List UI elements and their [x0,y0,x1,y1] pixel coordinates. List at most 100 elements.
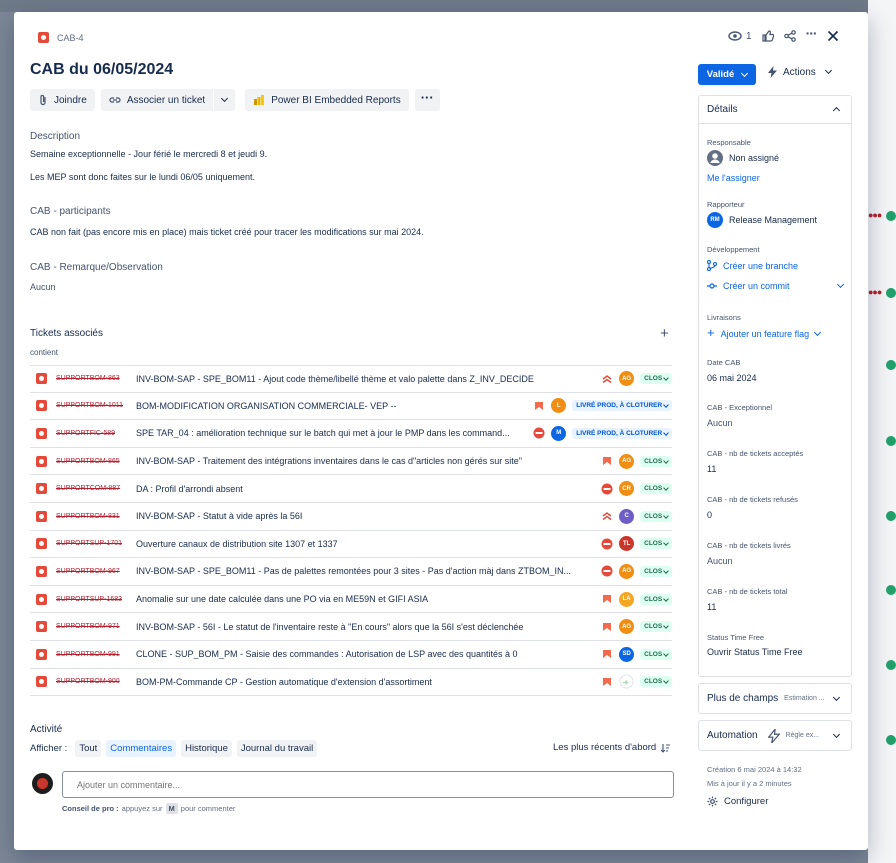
reporter-value[interactable]: RM Release Management [707,212,817,228]
linked-issue-row[interactable]: SUPPORTSUP-1701 Ouverture canaux de distr… [30,531,672,559]
linked-issue-key[interactable]: SUPPORTBOM-1011 [56,402,126,409]
automation-section[interactable]: Automation Règle ex... [698,720,852,751]
linked-issue-row[interactable]: SUPPORTBOM-967 INV-BOM-SAP - SPE_BOM11 - … [30,558,672,586]
filter-comments[interactable]: Commentaires [106,740,177,757]
issue-title[interactable]: CAB du 06/05/2024 [30,61,173,79]
actions-button[interactable]: Actions [768,66,832,78]
status-lozenge[interactable]: LIVRÉ PROD, À CLOTURER [572,427,672,439]
comment-input[interactable] [62,771,674,798]
linked-issue-key[interactable]: SUPPORTBOM-900 [56,678,126,685]
linked-issue-row[interactable]: SUPPORTBOM-865 INV-BOM-SAP - Traitement d… [30,448,672,476]
linked-issue-summary[interactable]: SPE TAR_04 : amélioration technique sur … [136,428,510,438]
status-lozenge[interactable]: CLOS [640,510,672,522]
accepted-value[interactable]: 11 [707,464,716,474]
configure-button[interactable]: Configurer [707,796,768,807]
toolbar-more-button[interactable]: ··· [414,89,440,111]
description-line-2[interactable]: Les MEP sont donc faites sur le lundi 06… [30,172,255,182]
linked-issue-summary[interactable]: DA : Profil d'arrondi absent [136,484,243,494]
linked-issue-key[interactable]: SUPPORTBOM-865 [56,458,126,465]
link-issue-dropdown[interactable] [213,89,235,111]
status-lozenge[interactable]: CLOS [640,676,672,688]
linked-issue-key[interactable]: SUPPORTCOM-887 [56,485,126,492]
status-time-free-link[interactable]: Ouvrir Status Time Free [707,647,803,657]
details-header[interactable]: Détails [699,96,851,124]
linked-issue-key[interactable]: SUPPORTBOM-831 [56,513,126,520]
date-cab-value[interactable]: 06 mai 2024 [707,373,757,383]
assignee-avatar[interactable]: C [619,508,635,524]
close-icon[interactable] [827,30,839,42]
filter-worklog[interactable]: Journal du travail [236,740,318,757]
refused-value[interactable]: 0 [707,510,712,520]
filter-all[interactable]: Tout [75,740,102,757]
chevron-down-icon[interactable] [836,280,845,289]
create-commit-link[interactable]: Créer un commit [707,280,845,291]
delivered-value[interactable]: Aucun [707,556,733,566]
linked-issue-row[interactable]: SUPPORTBOM-991 CLONE - SUP_BOM_PM - Saisi… [30,641,672,669]
total-value[interactable]: 11 [707,602,716,612]
linked-issue-summary[interactable]: BOM-PM-Commande CP - Gestion automatique… [136,677,432,687]
assignee-avatar[interactable]: L [551,398,567,414]
assign-to-me-link[interactable]: Me l'assigner [707,173,760,183]
assignee-avatar[interactable]: AG [619,563,635,579]
linked-issue-summary[interactable]: CLONE - SUP_BOM_PM - Saisie des commande… [136,649,518,659]
description-line-1[interactable]: Semaine exceptionnelle - Jour férié le m… [30,149,267,159]
issue-key[interactable]: CAB-4 [57,33,84,43]
share-icon[interactable] [783,30,796,42]
sort-order-button[interactable]: Les plus récents d'abord [553,742,671,753]
participants-value[interactable]: CAB non fait (pas encore mis en place) m… [30,227,424,237]
assignee-avatar[interactable]: TL [619,536,635,552]
filter-history[interactable]: Historique [181,740,232,757]
linked-issue-row[interactable]: SUPPORTFIC-589 SPE TAR_04 : amélioration … [30,420,672,448]
linked-issue-summary[interactable]: BOM-MODIFICATION ORGANISATION COMMERCIAL… [136,401,397,411]
exceptional-value[interactable]: Aucun [707,418,733,428]
status-lozenge[interactable]: CLOS [640,373,672,385]
add-feature-flag-link[interactable]: + Ajouter un feature flag [707,325,822,340]
remarks-value[interactable]: Aucun [30,282,56,292]
status-lozenge[interactable]: CLOS [640,455,672,467]
status-lozenge[interactable]: CLOS [640,565,672,577]
linked-issue-key[interactable]: SUPPORTSUP-1701 [56,540,126,547]
linked-issue-key[interactable]: SUPPORTBOM-971 [56,623,126,630]
status-lozenge[interactable]: CLOS [640,483,672,495]
linked-issue-row[interactable]: SUPPORTBOM-971 INV-BOM-SAP - 56I - Le sta… [30,613,672,641]
linked-issue-key[interactable]: SUPPORTBOM-991 [56,651,126,658]
powerbi-button[interactable]: Power BI Embedded Reports [245,89,409,111]
linked-issue-row[interactable]: SUPPORTBOM-831 INV-BOM-SAP - Statut à vid… [30,503,672,531]
linked-issue-row[interactable]: SUPPORTBOM-863 INV-BOM-SAP - SPE_BOM11 - … [30,365,672,393]
status-lozenge[interactable]: CLOS [640,538,672,550]
attach-button[interactable]: Joindre [30,89,95,111]
create-branch-link[interactable]: Créer une branche [707,260,798,271]
watch-button[interactable]: 1 [728,31,752,42]
assignee-avatar[interactable]: AG [619,619,635,635]
status-lozenge[interactable]: CLOS [640,621,672,633]
assignee-avatar[interactable]: AG [619,453,635,469]
link-issue-button[interactable]: Associer un ticket [100,89,236,111]
linked-issue-row[interactable]: SUPPORTBOM-1011 BOM-MODIFICATION ORGANISA… [30,393,672,421]
linked-issue-summary[interactable]: INV-BOM-SAP - SPE_BOM11 - Ajout code thè… [136,374,534,384]
linked-issue-summary[interactable]: INV-BOM-SAP - Statut à vide après la 56I [136,511,302,521]
linked-issue-summary[interactable]: INV-BOM-SAP - Traitement des intégration… [136,456,522,466]
more-icon[interactable]: ··· [806,25,818,41]
status-lozenge[interactable]: CLOS [640,593,672,605]
unknown-avatar-icon[interactable] [619,674,634,689]
linked-issue-key[interactable]: SUPPORTBOM-863 [56,375,126,382]
assignee-value[interactable]: Non assigné [707,150,779,166]
linked-issue-key[interactable]: SUPPORTFIC-589 [56,430,126,437]
linked-issue-summary[interactable]: Anomalie sur une date calculée dans une … [136,594,428,604]
breadcrumb[interactable]: CAB-4 [38,32,84,43]
status-lozenge[interactable]: LIVRÉ PROD, À CLOTURER [572,400,672,412]
assignee-avatar[interactable]: AG [619,371,635,387]
linked-issue-row[interactable]: SUPPORTCOM-887 DA : Profil d'arrondi abse… [30,475,672,503]
linked-issue-summary[interactable]: Ouverture canaux de distribution site 13… [136,539,338,549]
assignee-avatar[interactable]: LA [619,591,635,607]
linked-issue-row[interactable]: SUPPORTBOM-900 BOM-PM-Commande CP - Gesti… [30,669,672,697]
status-button[interactable]: Validé [698,64,756,85]
more-fields-section[interactable]: Plus de champs Estimation ... [698,683,852,714]
linked-issue-summary[interactable]: INV-BOM-SAP - 56I - Le statut de l'inven… [136,622,523,632]
add-link-icon[interactable]: + [660,325,669,342]
assignee-avatar[interactable]: M [551,425,567,441]
thumbs-up-icon[interactable] [761,30,774,42]
linked-issue-key[interactable]: SUPPORTBOM-967 [56,568,126,575]
linked-issue-summary[interactable]: INV-BOM-SAP - SPE_BOM11 - Pas de palette… [136,566,571,576]
user-avatar[interactable] [32,773,53,794]
